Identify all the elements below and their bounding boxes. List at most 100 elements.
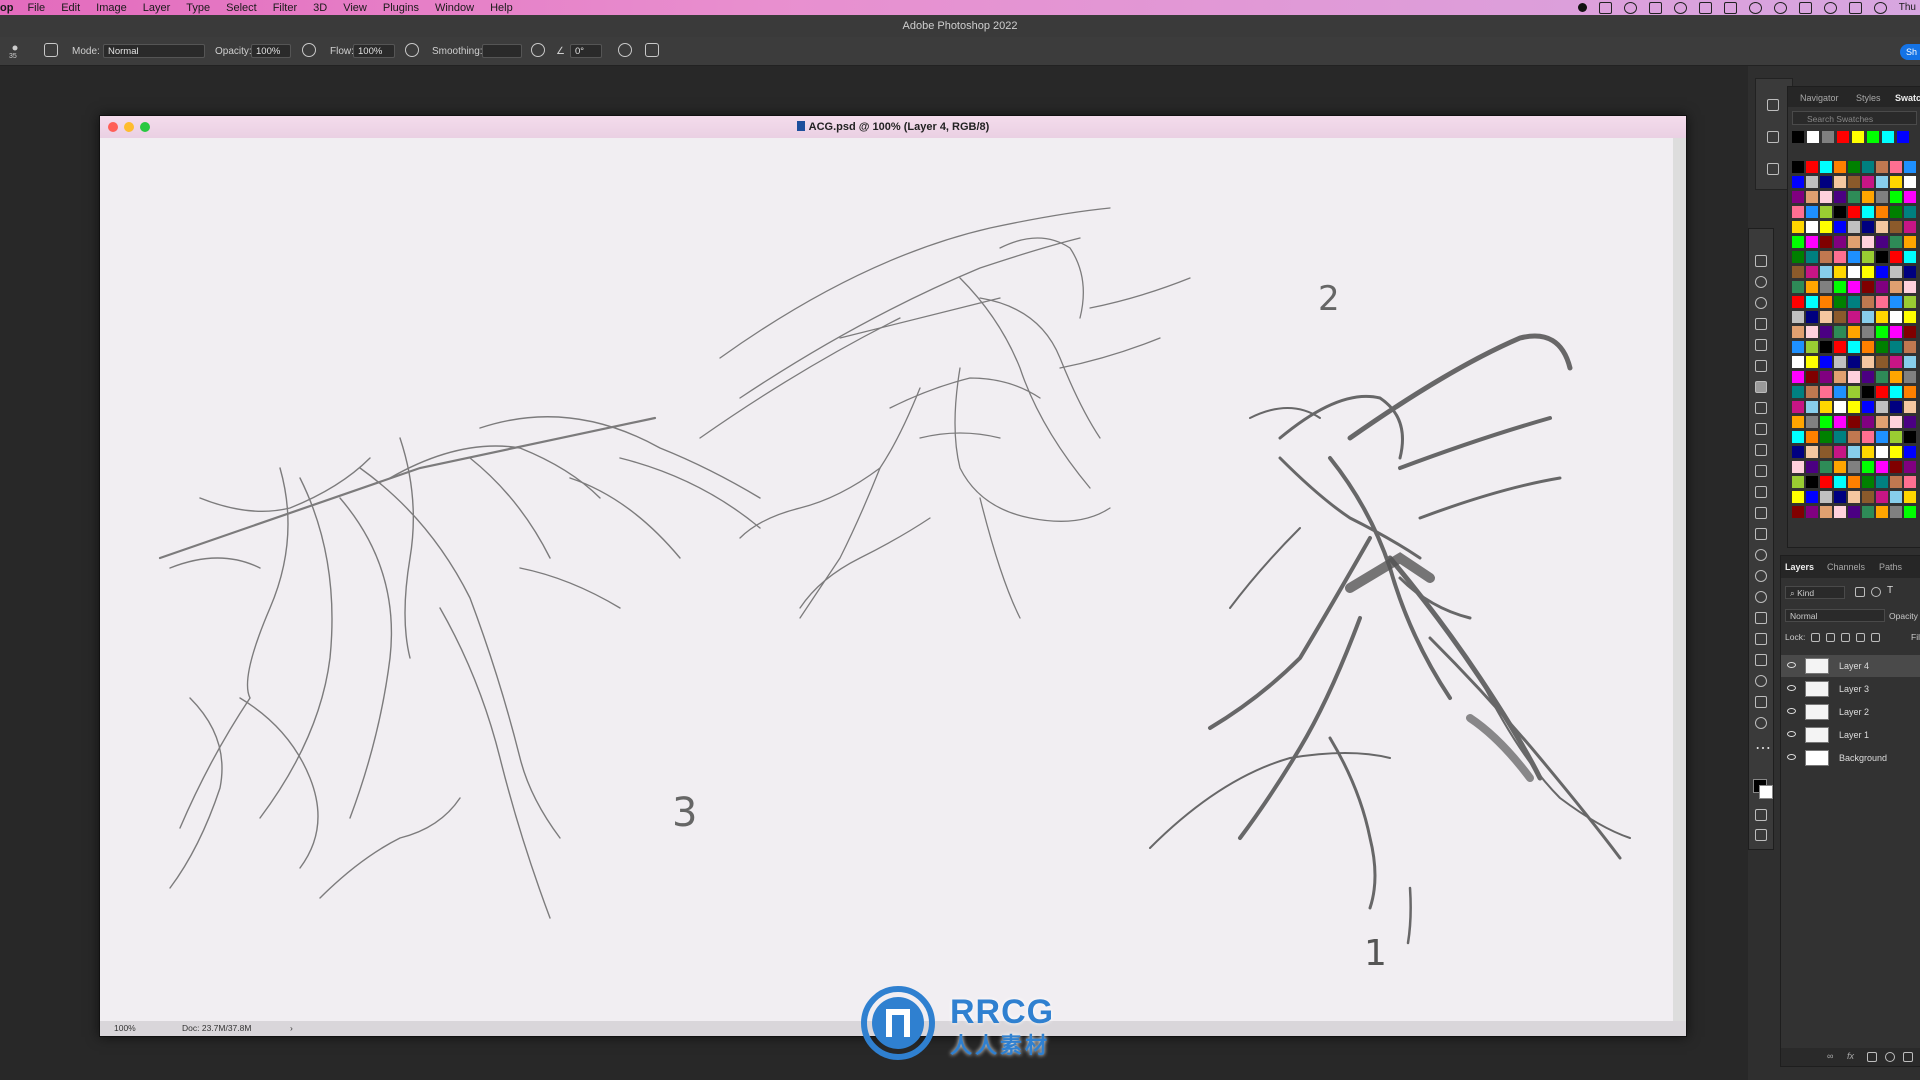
control-center-icon[interactable] — [1848, 1, 1862, 14]
input-method-icon[interactable] — [1723, 1, 1737, 14]
color-swatch[interactable] — [1876, 476, 1888, 488]
color-swatch[interactable] — [1890, 356, 1902, 368]
color-swatch[interactable] — [1890, 401, 1902, 413]
layer-row[interactable]: Layer 3 — [1781, 678, 1920, 700]
menu-type[interactable]: Type — [178, 2, 218, 14]
fx-icon[interactable]: fx — [1847, 1051, 1854, 1061]
color-swatch[interactable] — [1876, 311, 1888, 323]
color-swatch[interactable] — [1792, 311, 1804, 323]
color-swatch[interactable] — [1876, 341, 1888, 353]
menu-filter[interactable]: Filter — [265, 2, 305, 14]
link-layers-icon[interactable]: ∞ — [1827, 1051, 1833, 1061]
color-swatch[interactable] — [1862, 251, 1874, 263]
color-swatch[interactable] — [1834, 401, 1846, 413]
hand-tool-icon[interactable] — [1755, 696, 1767, 708]
adjustment-layer-icon[interactable] — [1885, 1052, 1895, 1062]
color-swatch[interactable] — [1806, 251, 1818, 263]
menu-view[interactable]: View — [335, 2, 375, 14]
color-swatch[interactable] — [1890, 491, 1902, 503]
color-swatch[interactable] — [1792, 341, 1804, 353]
color-swatch[interactable] — [1862, 386, 1874, 398]
color-swatch[interactable] — [1862, 416, 1874, 428]
tab-layers[interactable]: Layers — [1785, 562, 1814, 572]
color-swatch[interactable] — [1806, 161, 1818, 173]
color-swatch[interactable] — [1834, 461, 1846, 473]
color-swatch[interactable] — [1876, 401, 1888, 413]
color-swatch[interactable] — [1834, 161, 1846, 173]
new-group-icon[interactable] — [1903, 1052, 1913, 1062]
wifi-icon[interactable] — [1773, 1, 1787, 14]
type-tool-icon[interactable] — [1755, 612, 1767, 624]
recent-swatch[interactable] — [1852, 131, 1864, 143]
color-swatch[interactable] — [1848, 191, 1860, 203]
color-swatch[interactable] — [1890, 296, 1902, 308]
add-mask-icon[interactable] — [1867, 1052, 1877, 1062]
dodge-tool-icon[interactable] — [1755, 570, 1767, 582]
tab-paths[interactable]: Paths — [1879, 562, 1902, 572]
color-swatch[interactable] — [1862, 191, 1874, 203]
color-swatch[interactable] — [1792, 191, 1804, 203]
color-swatch[interactable] — [1862, 341, 1874, 353]
color-swatch[interactable] — [1792, 161, 1804, 173]
color-swatch[interactable] — [1792, 236, 1804, 248]
sponge-tool-icon[interactable] — [1755, 591, 1767, 603]
color-swatch[interactable] — [1848, 401, 1860, 413]
color-swatch[interactable] — [1848, 356, 1860, 368]
more-tools-icon[interactable]: ⋯ — [1755, 738, 1771, 757]
visibility-eye-icon[interactable] — [1787, 731, 1796, 737]
color-swatch[interactable] — [1820, 281, 1832, 293]
record-icon[interactable] — [1577, 3, 1587, 12]
color-swatch[interactable] — [1820, 446, 1832, 458]
color-swatch[interactable] — [1848, 176, 1860, 188]
color-swatch[interactable] — [1834, 221, 1846, 233]
color-swatch[interactable] — [1862, 461, 1874, 473]
color-swatch[interactable] — [1792, 506, 1804, 518]
color-swatch[interactable] — [1820, 371, 1832, 383]
color-swatch[interactable] — [1792, 371, 1804, 383]
color-swatch[interactable] — [1862, 371, 1874, 383]
bluetooth-icon[interactable] — [1748, 1, 1762, 14]
symmetry-icon[interactable] — [645, 43, 659, 57]
color-swatch[interactable] — [1862, 161, 1874, 173]
color-swatch[interactable] — [1848, 221, 1860, 233]
pencil-tool-icon[interactable] — [1755, 402, 1767, 414]
color-swatch[interactable] — [1820, 161, 1832, 173]
color-swatch[interactable] — [1806, 446, 1818, 458]
eject-icon[interactable] — [1798, 1, 1812, 14]
menu-plugins[interactable]: Plugins — [375, 2, 427, 14]
color-swatch[interactable] — [1834, 266, 1846, 278]
color-swatch[interactable] — [1792, 491, 1804, 503]
color-swatch[interactable] — [1820, 386, 1832, 398]
properties-icon[interactable] — [1767, 99, 1779, 111]
color-swatch[interactable] — [1820, 326, 1832, 338]
color-swatch[interactable] — [1904, 461, 1916, 473]
color-swatch[interactable] — [1890, 221, 1902, 233]
color-swatch[interactable] — [1876, 386, 1888, 398]
color-swatch[interactable] — [1876, 461, 1888, 473]
color-swatch[interactable] — [1904, 476, 1916, 488]
color-swatch[interactable] — [1834, 431, 1846, 443]
tab-navigator[interactable]: Navigator — [1800, 93, 1839, 103]
color-swatch[interactable] — [1904, 491, 1916, 503]
color-swatch[interactable] — [1806, 326, 1818, 338]
color-swatch[interactable] — [1834, 326, 1846, 338]
close-button[interactable] — [108, 122, 118, 132]
color-swatch[interactable] — [1876, 221, 1888, 233]
lasso-tool-icon[interactable] — [1755, 297, 1767, 309]
color-swatch[interactable] — [1904, 161, 1916, 173]
color-swatch[interactable] — [1834, 476, 1846, 488]
libraries-icon[interactable] — [1767, 163, 1779, 175]
color-swatch[interactable] — [1792, 446, 1804, 458]
color-swatch[interactable] — [1876, 161, 1888, 173]
recent-swatch[interactable] — [1792, 131, 1804, 143]
color-swatch[interactable] — [1890, 341, 1902, 353]
zoom-button[interactable] — [140, 122, 150, 132]
layer-row[interactable]: Layer 4 — [1781, 655, 1920, 677]
smoothing-field[interactable] — [482, 44, 522, 58]
color-swatch[interactable] — [1806, 416, 1818, 428]
color-swatch[interactable] — [1792, 251, 1804, 263]
pressure-opacity-icon[interactable] — [302, 43, 316, 57]
blur-tool-icon[interactable] — [1755, 549, 1767, 561]
color-swatch[interactable] — [1890, 476, 1902, 488]
color-swatch[interactable] — [1792, 431, 1804, 443]
